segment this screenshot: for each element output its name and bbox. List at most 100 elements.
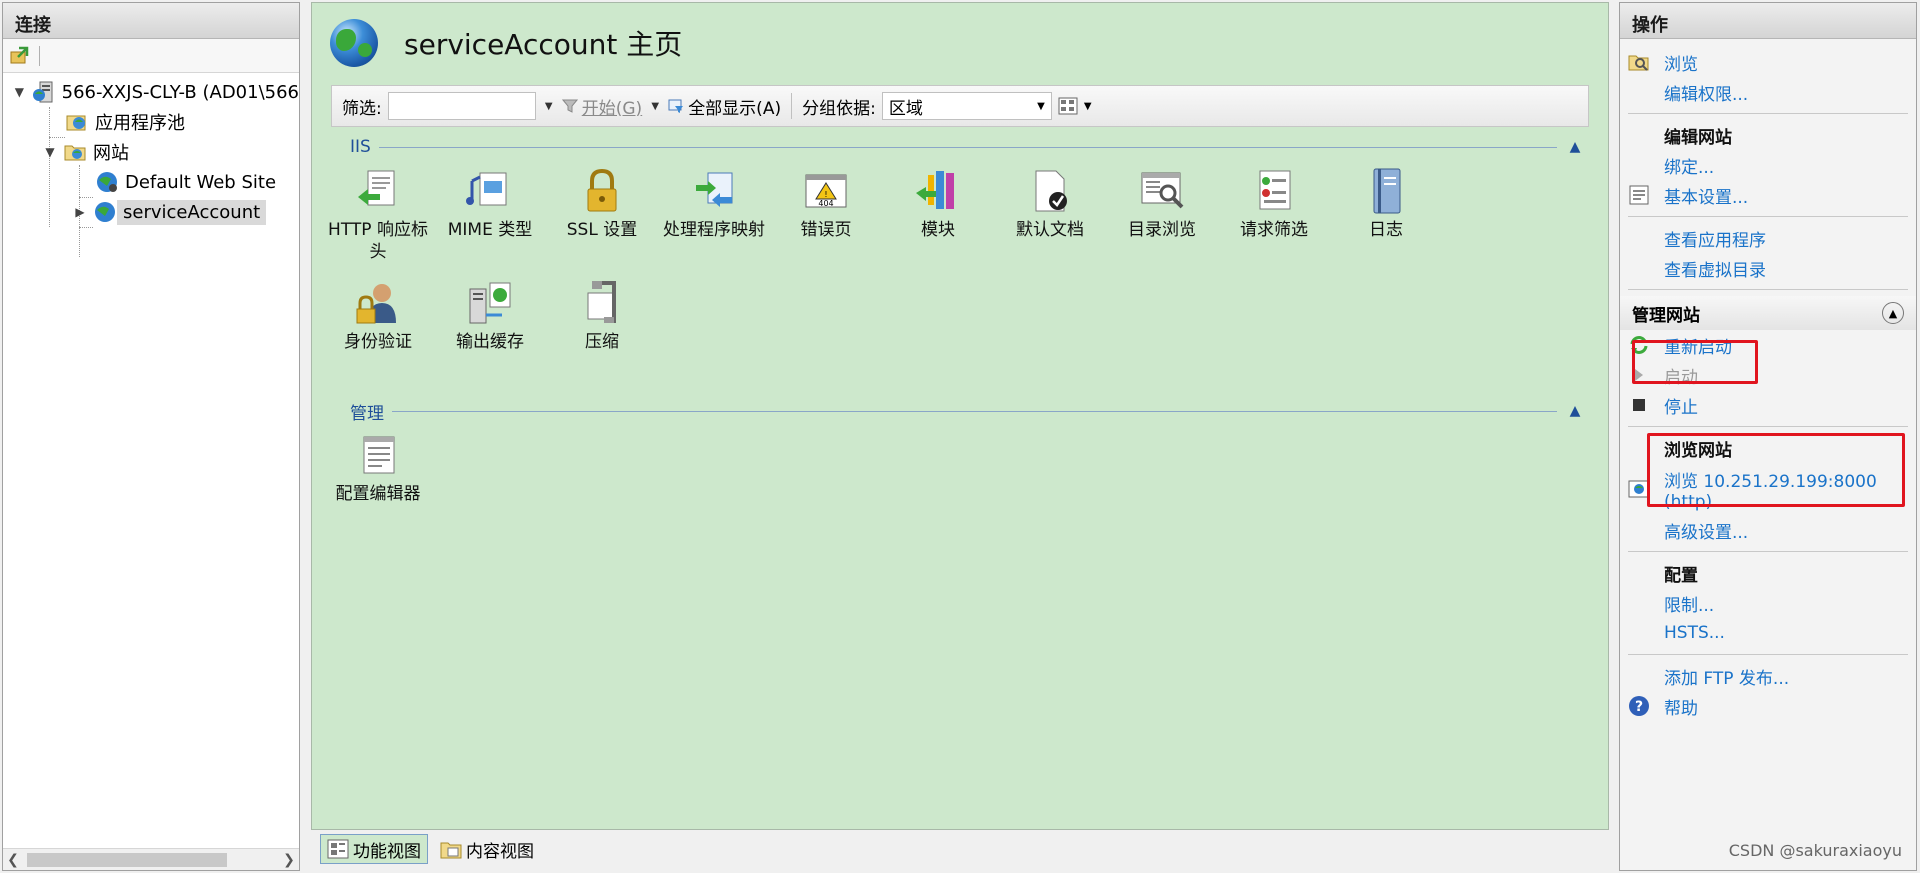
- feature-logging[interactable]: 日志: [1330, 167, 1442, 241]
- action-edit-permissions[interactable]: 编辑权限...: [1620, 77, 1916, 107]
- feature-label: 日志: [1369, 220, 1403, 240]
- tab-content-view[interactable]: 内容视图: [434, 834, 540, 864]
- collapsed-chevron-icon[interactable]: ▶: [71, 203, 89, 221]
- action-browse[interactable]: 浏览: [1620, 47, 1916, 77]
- feature-modules[interactable]: 模块: [882, 167, 994, 241]
- feature-default-document[interactable]: 默认文档: [994, 167, 1106, 241]
- collapse-section-icon[interactable]: ▲: [1565, 139, 1585, 155]
- filter-dropdown-icon[interactable]: ▼: [542, 92, 556, 120]
- action-view-applications[interactable]: 查看应用程序: [1620, 223, 1916, 253]
- handler-mappings-icon: [696, 172, 733, 207]
- tree-node-default-web-site[interactable]: Default Web Site: [3, 167, 299, 197]
- feature-output-caching[interactable]: 输出缓存: [434, 279, 546, 353]
- section-heading: 配置: [1664, 565, 1698, 586]
- stop-icon: [1633, 399, 1645, 411]
- horizontal-scrollbar[interactable]: ❮ ❯: [3, 848, 299, 870]
- scroll-left-icon[interactable]: ❮: [3, 852, 23, 868]
- action-label: 查看应用程序: [1664, 230, 1766, 251]
- action-label: 添加 FTP 发布...: [1664, 668, 1790, 689]
- section-management-header[interactable]: 管理 ▲: [350, 401, 1585, 424]
- filter-input[interactable]: [387, 92, 536, 120]
- tab-features-view[interactable]: 功能视图: [320, 834, 428, 864]
- tree-node-service-account[interactable]: ▶ serviceAccount: [3, 197, 299, 227]
- group-by-select[interactable]: 区域 ▼: [881, 92, 1052, 120]
- start-filter-button[interactable]: 开始(G): [561, 94, 643, 119]
- server-icon: [32, 80, 56, 104]
- action-stop[interactable]: 停止: [1620, 390, 1916, 420]
- action-label: 高级设置...: [1664, 522, 1749, 543]
- features-view-panel: serviceAccount 主页 筛选: ▼ 开始(G) ▼ 全部显示(A) …: [311, 2, 1609, 830]
- action-view-virtual-directories[interactable]: 查看虚拟目录: [1620, 253, 1916, 283]
- connections-toolbar: [3, 39, 299, 73]
- iis-manager-window: 2021-09-01 2021-09-01 2021-09-01 2021-09…: [0, 0, 1920, 873]
- expanded-chevron-icon[interactable]: ▼: [41, 143, 59, 161]
- show-all-button[interactable]: 全部显示(A): [668, 94, 781, 119]
- browse-folder-icon: [1628, 55, 1649, 71]
- feature-label: HTTP 响应标头: [328, 220, 428, 262]
- lock-icon: [587, 168, 617, 212]
- config-heading: 配置: [1620, 558, 1916, 588]
- feature-error-pages[interactable]: ! 404 错误页: [770, 167, 882, 241]
- action-add-ftp-publishing[interactable]: 添加 FTP 发布...: [1620, 661, 1916, 691]
- globe-icon: [95, 170, 119, 194]
- directory-browsing-icon: [1141, 172, 1184, 209]
- view-mode-button[interactable]: ▼: [1058, 97, 1092, 115]
- action-label: 限制...: [1664, 595, 1715, 616]
- feature-handler-mappings[interactable]: 处理程序映射: [658, 167, 770, 241]
- section-iis-header[interactable]: IIS ▲: [350, 137, 1585, 157]
- section-heading: 编辑网站: [1664, 127, 1732, 148]
- filter-label: 筛选:: [342, 98, 382, 119]
- collapse-section-icon[interactable]: ▲: [1565, 403, 1585, 419]
- action-limits[interactable]: 限制...: [1620, 588, 1916, 618]
- collapse-up-icon[interactable]: ▲: [1882, 302, 1904, 324]
- mime-types-icon: [466, 172, 507, 206]
- feature-compression[interactable]: 压缩: [546, 279, 658, 353]
- action-label: 绑定...: [1664, 157, 1715, 178]
- compression-clamp-icon: [587, 281, 616, 323]
- manage-site-header[interactable]: 管理网站 ▲: [1620, 296, 1916, 330]
- filter-toolbar: 筛选: ▼ 开始(G) ▼ 全部显示(A) 分组依据: 区域 ▼ ▼: [331, 85, 1589, 127]
- site-globe-icon: [330, 19, 378, 67]
- feature-label: SSL 设置: [566, 220, 638, 240]
- view-mode-icon: [1058, 97, 1078, 115]
- group-by-value: 区域: [888, 98, 923, 119]
- action-hsts[interactable]: HSTS...: [1620, 618, 1916, 648]
- error-page-icon: !404: [805, 174, 847, 208]
- toolbar-separator: [791, 93, 793, 119]
- sites-folder-icon: [63, 140, 87, 164]
- feature-request-filtering[interactable]: 请求筛选: [1218, 167, 1330, 241]
- start-filter-label: 开始(G): [581, 98, 643, 119]
- action-help[interactable]: ? 帮助: [1620, 691, 1916, 721]
- tree-node-label: 应用程序池: [95, 113, 185, 134]
- chevron-down-icon: ▼: [1037, 100, 1045, 112]
- connect-icon[interactable]: [9, 46, 31, 66]
- start-dropdown-icon[interactable]: ▼: [648, 92, 662, 120]
- settings-page-icon: [1629, 185, 1649, 205]
- features-view-icon: [327, 839, 349, 859]
- svg-text:!: !: [824, 190, 827, 199]
- http-headers-icon: [358, 170, 395, 206]
- tree-node-server[interactable]: ▼ 566-XXJS-CLY-B (AD01\566: [3, 77, 299, 107]
- feature-authentication[interactable]: 身份验证: [322, 279, 434, 353]
- show-all-icon: [668, 99, 684, 113]
- feature-http-response-headers[interactable]: HTTP 响应标头: [322, 167, 434, 263]
- feature-directory-browsing[interactable]: 目录浏览: [1106, 167, 1218, 241]
- view-tabs: 功能视图 内容视图: [320, 834, 540, 864]
- action-basic-settings[interactable]: 基本设置...: [1620, 180, 1916, 210]
- expanded-chevron-icon[interactable]: ▼: [11, 83, 28, 101]
- scroll-thumb[interactable]: [27, 852, 227, 867]
- feature-ssl-settings[interactable]: SSL 设置: [546, 167, 658, 241]
- default-document-icon: [1035, 170, 1067, 212]
- feature-mime-types[interactable]: MIME 类型: [434, 167, 546, 241]
- modules-icon: [916, 171, 954, 209]
- action-label: HSTS...: [1664, 623, 1725, 643]
- page-title: serviceAccount 主页: [404, 28, 683, 61]
- configuration-editor-icon: [363, 436, 395, 474]
- action-bindings[interactable]: 绑定...: [1620, 150, 1916, 180]
- action-advanced-settings[interactable]: 高级设置...: [1620, 515, 1916, 545]
- feature-label: 配置编辑器: [335, 484, 421, 504]
- tree-node-sites[interactable]: ▼ 网站: [3, 137, 299, 167]
- scroll-right-icon[interactable]: ❯: [279, 852, 299, 868]
- feature-configuration-editor[interactable]: 配置编辑器: [322, 431, 434, 505]
- tree-node-app-pools[interactable]: 应用程序池: [3, 107, 299, 137]
